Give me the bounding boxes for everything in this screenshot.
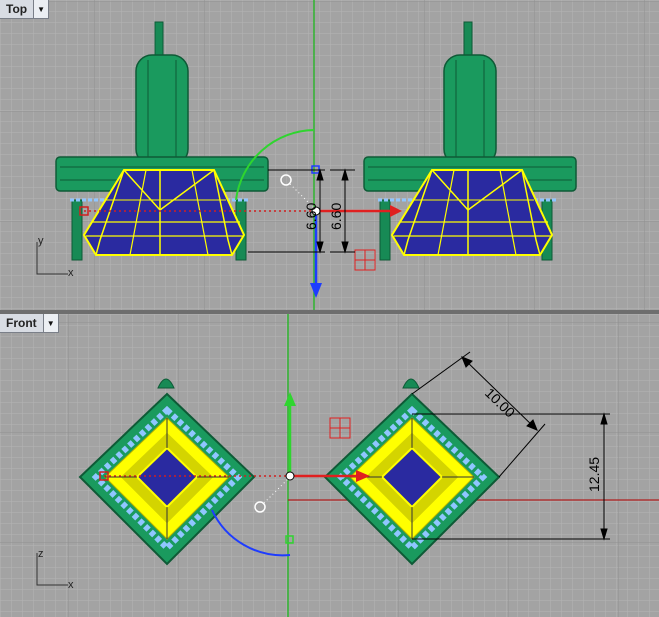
axis-label-x: x (68, 267, 74, 279)
top-viewport[interactable]: 6.60 6.60 y x Top ▼ (0, 0, 659, 310)
axis-label-z: z (38, 548, 44, 560)
top-viewport-canvas[interactable]: 6.60 6.60 y x (0, 0, 659, 310)
front-viewport[interactable]: 10.00 12.45 z x Front ▼ (0, 314, 659, 617)
viewport-title-front[interactable]: Front (0, 314, 43, 332)
dimension-height-label[interactable]: 12.45 (586, 457, 602, 492)
gumball-center-front[interactable] (285, 471, 295, 481)
front-viewport-canvas[interactable]: 10.00 12.45 z x (0, 314, 659, 617)
viewport-title-top[interactable]: Top (0, 0, 33, 18)
viewport-tab-top[interactable]: Top ▼ (0, 0, 50, 19)
triangle-down-icon[interactable]: ▼ (42, 314, 58, 332)
viewport-tab-front[interactable]: Front ▼ (0, 314, 59, 333)
axis-label-x-front: x (68, 579, 74, 591)
dimension-1-label[interactable]: 6.60 (303, 203, 319, 230)
triangle-down-icon[interactable]: ▼ (33, 0, 49, 18)
grid-major (0, 0, 659, 310)
dimension-2-label[interactable]: 6.60 (328, 203, 344, 230)
axis-label-y: y (38, 235, 44, 247)
